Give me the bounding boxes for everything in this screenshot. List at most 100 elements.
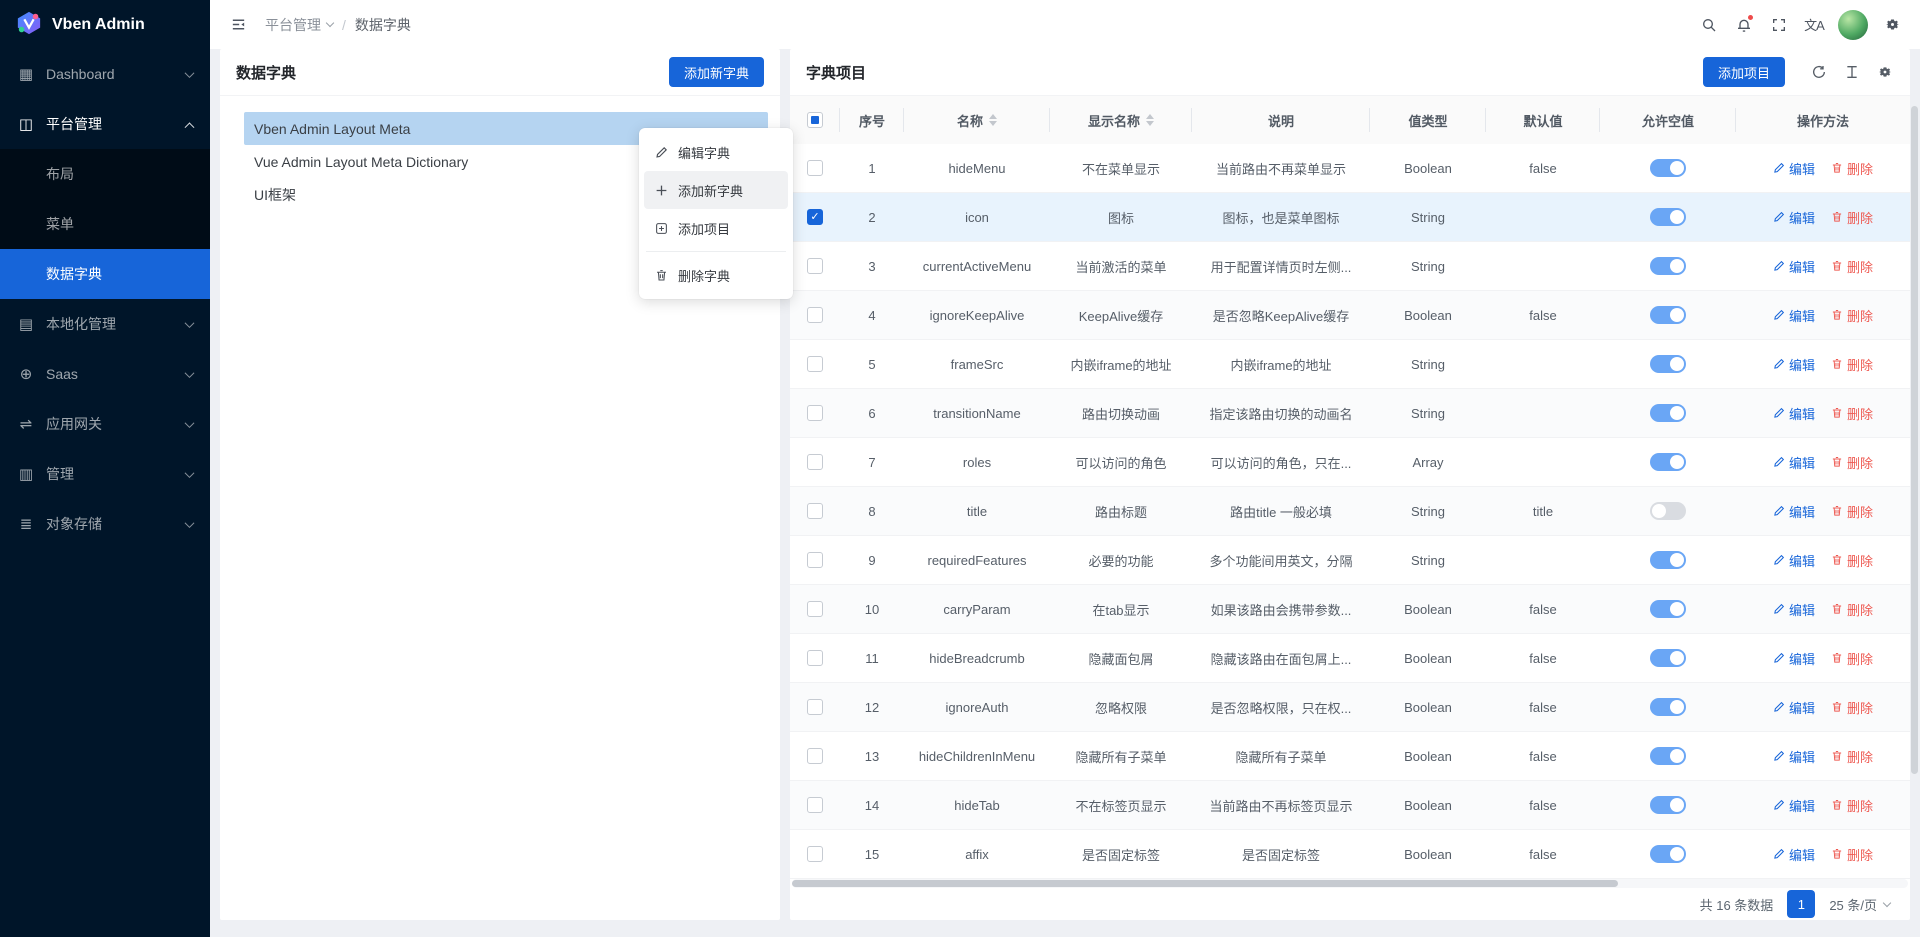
sidebar-item-app-gateway[interactable]: ⇌ 应用网关 xyxy=(0,399,210,449)
row-checkbox[interactable] xyxy=(807,503,823,519)
sidebar-item-localization[interactable]: ▤ 本地化管理 xyxy=(0,299,210,349)
context-menu-add-dictionary[interactable]: 添加新字典 xyxy=(644,171,788,209)
edit-button[interactable]: 编辑 xyxy=(1773,747,1815,766)
refresh-icon[interactable] xyxy=(1810,63,1828,81)
avatar[interactable] xyxy=(1838,10,1868,40)
allow-empty-toggle[interactable] xyxy=(1650,159,1686,177)
app-logo[interactable]: Vben Admin xyxy=(0,0,210,49)
column-header[interactable]: 名称 xyxy=(904,96,1050,144)
collapse-sidebar-icon[interactable] xyxy=(224,11,252,39)
cell-description: 隐藏所有子菜单 xyxy=(1192,747,1370,766)
sidebar-item-object-storage[interactable]: ≣ 对象存储 xyxy=(0,499,210,549)
edit-button[interactable]: 编辑 xyxy=(1773,208,1815,227)
sidebar-item-layout[interactable]: 布局 xyxy=(0,149,210,199)
delete-button[interactable]: 删除 xyxy=(1831,551,1873,570)
search-icon[interactable] xyxy=(1695,11,1723,39)
delete-button[interactable]: 删除 xyxy=(1831,306,1873,325)
allow-empty-toggle[interactable] xyxy=(1650,600,1686,618)
row-checkbox[interactable] xyxy=(807,454,823,470)
row-checkbox[interactable] xyxy=(807,699,823,715)
bell-icon[interactable] xyxy=(1730,11,1758,39)
edit-button[interactable]: 编辑 xyxy=(1773,649,1815,668)
delete-button[interactable]: 删除 xyxy=(1831,845,1873,864)
edit-button[interactable]: 编辑 xyxy=(1773,159,1815,178)
edit-button[interactable]: 编辑 xyxy=(1773,845,1815,864)
context-menu-edit-dictionary[interactable]: 编辑字典 xyxy=(644,133,788,171)
delete-button[interactable]: 删除 xyxy=(1831,747,1873,766)
allow-empty-toggle[interactable] xyxy=(1650,747,1686,765)
translate-icon[interactable]: 文A xyxy=(1800,11,1828,39)
sidebar-item-dashboard[interactable]: ▦ Dashboard xyxy=(0,49,210,99)
allow-empty-toggle[interactable] xyxy=(1650,355,1686,373)
pagination-page-1[interactable]: 1 xyxy=(1787,890,1815,918)
row-checkbox[interactable] xyxy=(807,160,823,176)
horizontal-scrollbar[interactable] xyxy=(792,879,1908,888)
settings-gear-icon[interactable] xyxy=(1878,11,1906,39)
row-checkbox[interactable] xyxy=(807,307,823,323)
sort-icon[interactable] xyxy=(1146,114,1154,126)
row-checkbox[interactable] xyxy=(807,797,823,813)
edit-button[interactable]: 编辑 xyxy=(1773,796,1815,815)
row-checkbox[interactable] xyxy=(807,356,823,372)
table-settings-icon[interactable] xyxy=(1876,63,1894,81)
delete-button[interactable]: 删除 xyxy=(1831,257,1873,276)
select-all-checkbox[interactable] xyxy=(807,112,823,128)
breadcrumb-platform[interactable]: 平台管理 xyxy=(265,15,333,35)
delete-button[interactable]: 删除 xyxy=(1831,502,1873,521)
add-item-button[interactable]: 添加项目 xyxy=(1703,57,1785,87)
scrollbar-thumb[interactable] xyxy=(792,880,1618,887)
delete-button[interactable]: 删除 xyxy=(1831,159,1873,178)
allow-empty-toggle[interactable] xyxy=(1650,257,1686,275)
sort-icon[interactable] xyxy=(989,114,997,126)
allow-empty-toggle[interactable] xyxy=(1650,796,1686,814)
allow-empty-toggle[interactable] xyxy=(1650,845,1686,863)
row-checkbox[interactable] xyxy=(807,405,823,421)
delete-button[interactable]: 删除 xyxy=(1831,600,1873,619)
edit-button[interactable]: 编辑 xyxy=(1773,698,1815,717)
row-checkbox[interactable] xyxy=(807,748,823,764)
add-dictionary-button[interactable]: 添加新字典 xyxy=(669,57,764,87)
row-checkbox[interactable] xyxy=(807,552,823,568)
edit-button[interactable]: 编辑 xyxy=(1773,600,1815,619)
delete-button[interactable]: 删除 xyxy=(1831,796,1873,815)
fullscreen-icon[interactable] xyxy=(1765,11,1793,39)
row-checkbox[interactable] xyxy=(807,650,823,666)
edit-button[interactable]: 编辑 xyxy=(1773,551,1815,570)
allow-empty-toggle[interactable] xyxy=(1650,306,1686,324)
context-menu-add-item[interactable]: 添加项目 xyxy=(644,209,788,247)
sidebar-item-saas[interactable]: ⊕ Saas xyxy=(0,349,210,399)
sidebar-item-data-dictionary[interactable]: 数据字典 xyxy=(0,249,210,299)
allow-empty-toggle[interactable] xyxy=(1650,551,1686,569)
delete-button[interactable]: 删除 xyxy=(1831,208,1873,227)
allow-empty-toggle[interactable] xyxy=(1650,453,1686,471)
sidebar-item-management[interactable]: ▥ 管理 xyxy=(0,449,210,499)
context-menu-delete-dictionary[interactable]: 删除字典 xyxy=(644,256,788,294)
sidebar-item-platform-management[interactable]: ◫ 平台管理 xyxy=(0,99,210,149)
edit-button[interactable]: 编辑 xyxy=(1773,404,1815,423)
allow-empty-toggle[interactable] xyxy=(1650,502,1686,520)
row-checkbox[interactable]: ✓ xyxy=(807,209,823,225)
edit-button[interactable]: 编辑 xyxy=(1773,306,1815,325)
row-checkbox[interactable] xyxy=(807,258,823,274)
vertical-scrollbar[interactable] xyxy=(1911,106,1918,774)
edit-button[interactable]: 编辑 xyxy=(1773,502,1815,521)
allow-empty-toggle[interactable] xyxy=(1650,208,1686,226)
delete-button[interactable]: 删除 xyxy=(1831,649,1873,668)
cell-name: icon xyxy=(904,210,1050,225)
allow-empty-toggle[interactable] xyxy=(1650,404,1686,422)
delete-button[interactable]: 删除 xyxy=(1831,453,1873,472)
allow-empty-toggle[interactable] xyxy=(1650,649,1686,667)
delete-button[interactable]: 删除 xyxy=(1831,404,1873,423)
allow-empty-toggle[interactable] xyxy=(1650,698,1686,716)
row-checkbox[interactable] xyxy=(807,601,823,617)
sidebar-item-menu[interactable]: 菜单 xyxy=(0,199,210,249)
edit-button[interactable]: 编辑 xyxy=(1773,453,1815,472)
row-checkbox[interactable] xyxy=(807,846,823,862)
column-header[interactable]: 显示名称 xyxy=(1050,96,1192,144)
page-size-select[interactable]: 25 条/页 xyxy=(1829,895,1890,914)
edit-button[interactable]: 编辑 xyxy=(1773,355,1815,374)
edit-button[interactable]: 编辑 xyxy=(1773,257,1815,276)
delete-button[interactable]: 删除 xyxy=(1831,698,1873,717)
delete-button[interactable]: 删除 xyxy=(1831,355,1873,374)
row-height-icon[interactable] xyxy=(1843,63,1861,81)
